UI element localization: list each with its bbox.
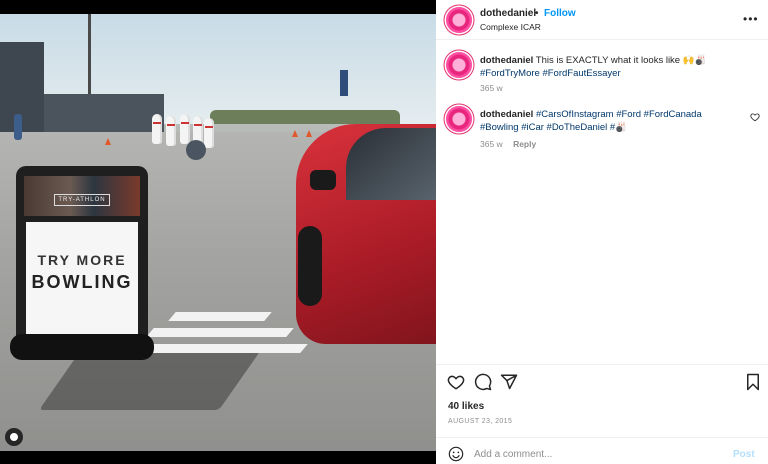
heart-icon[interactable] [750,112,760,122]
comment-time[interactable]: 365 w [480,139,503,149]
location-link[interactable]: Complexe ICAR [480,22,541,32]
building [0,42,44,140]
comment-text: This is EXACTLY what it looks like 🙌🎳 [535,55,707,66]
reply-button[interactable]: Reply [513,139,536,149]
sign-base [10,334,154,360]
car-window [346,128,436,200]
user-tag-icon[interactable] [5,428,23,446]
post-button[interactable]: Post [733,449,755,460]
add-comment-input[interactable] [474,444,724,464]
lane-stripe [136,344,308,353]
traffic-cone [292,130,298,137]
comment-icon[interactable] [474,373,492,391]
avatar[interactable] [446,52,472,78]
sign-text-line1: TRY MORE [37,252,127,268]
comment-body: dothedaniel This is EXACTLY what it look… [480,54,742,80]
sign-banner: TRY-ATHLON [24,176,140,216]
post-media: TRY-ATHLON TRY MORE BOWLING [0,0,436,464]
comment-time[interactable]: 365 w [480,83,503,93]
light-pole [88,14,91,96]
divider [436,437,768,438]
sign-brand: TRY-ATHLON [54,194,110,206]
comment-meta: 365 w [480,83,503,93]
traffic-cone [105,138,111,145]
follow-button[interactable]: Follow [544,8,576,19]
comment-username[interactable]: dothedaniel [480,55,533,66]
comment-hashtags[interactable]: #FordTryMore #FordFautEssayer [480,68,621,79]
likes-count[interactable]: 40 likes [448,401,484,412]
bowling-pin [152,114,162,144]
flag [340,70,348,96]
traffic-cone [306,130,312,137]
post-date[interactable]: AUGUST 23, 2015 [448,418,512,425]
header-separator: • [535,8,539,19]
divider [436,364,768,365]
treeline [210,110,400,124]
distant-person [14,114,22,140]
bowling-pin [180,114,190,144]
bookmark-icon[interactable] [744,373,762,391]
header-username[interactable]: dothedaniel [480,8,536,19]
more-horizontal-icon[interactable]: ••• [743,12,759,26]
post-header: dothedaniel • Follow Complexe ICAR ••• [436,0,768,40]
bowling-pin [204,118,214,148]
bowling-pin [166,116,176,146]
smiley-icon[interactable] [448,446,464,462]
caption-comment: dothedaniel This is EXACTLY what it look… [446,52,758,96]
car-mirror [310,170,336,190]
avatar[interactable] [446,106,472,132]
sandwich-sign: TRY-ATHLON TRY MORE BOWLING [10,166,154,360]
share-icon[interactable] [500,373,518,391]
sign-text-line2: BOWLING [31,272,133,292]
sign-board: TRY MORE BOWLING [26,222,138,346]
comment-meta: 365 w Reply [480,139,536,149]
car-wheel [298,226,322,306]
post-photo[interactable]: TRY-ATHLON TRY MORE BOWLING [0,14,436,451]
lane-stripe [168,312,272,321]
bowling-ball [186,140,206,160]
comment-body: dothedaniel #CarsOfInstagram #Ford #Ford… [480,108,742,134]
heart-icon[interactable] [447,373,465,391]
comment: dothedaniel #CarsOfInstagram #Ford #Ford… [446,106,760,152]
comment-username[interactable]: dothedaniel [480,109,533,120]
avatar[interactable] [446,7,472,33]
lane-stripe [146,328,294,337]
post-panel: dothedaniel • Follow Complexe ICAR ••• d… [436,0,768,464]
